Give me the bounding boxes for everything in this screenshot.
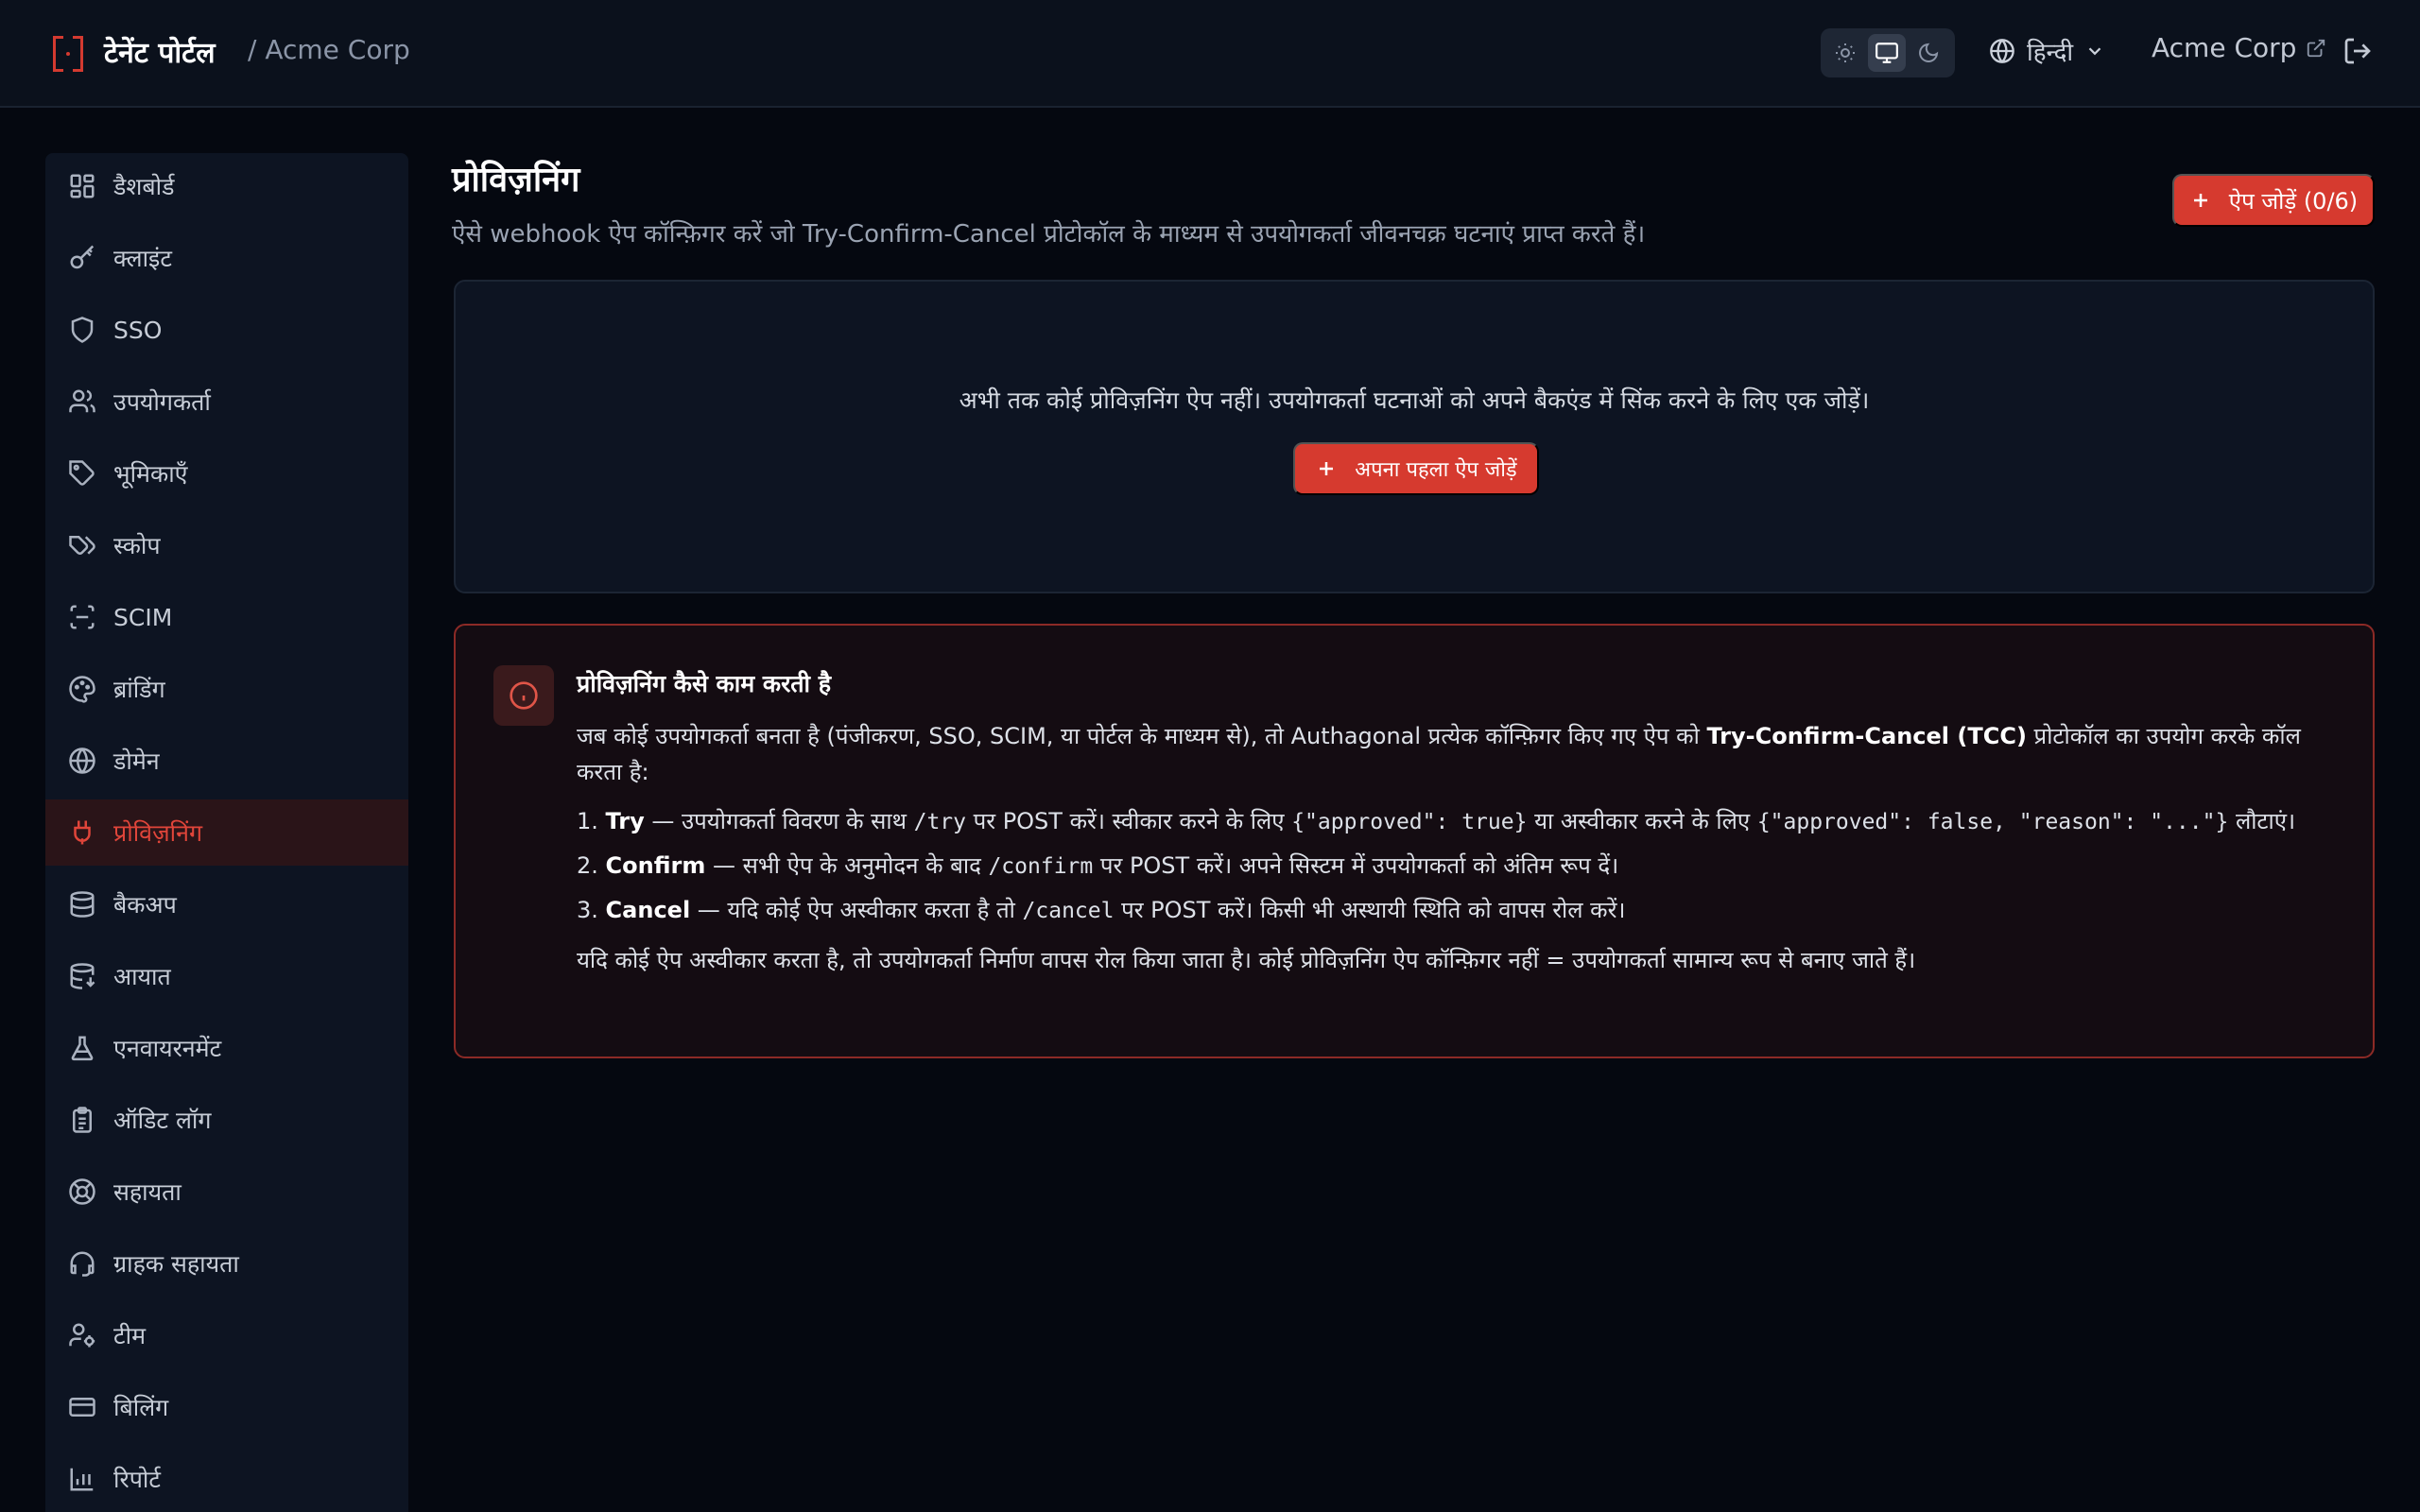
top-bar: टेनेंट पोर्टल / Acme Corp हिन्दी Acme Co… <box>0 0 2420 108</box>
sidebar-item-domains[interactable]: डोमेन <box>45 728 408 794</box>
lifebuoy-icon <box>69 1178 95 1205</box>
logout-button[interactable] <box>2342 36 2373 70</box>
sidebar-item-scim[interactable]: SCIM <box>45 584 408 650</box>
sidebar-item-label: रिपोर्ट <box>113 1466 161 1493</box>
page-description: ऐसे webhook ऐप कॉन्फ़िगर करें जो Try-Con… <box>452 220 1646 249</box>
sidebar-item-label: SSO <box>113 316 163 344</box>
plus-icon <box>2193 194 2207 207</box>
external-link-icon <box>2308 39 2325 57</box>
key-icon <box>70 245 95 269</box>
sidebar-item-users[interactable]: उपयोगकर्ता <box>45 369 408 435</box>
sidebar-item-sso[interactable]: SSO <box>45 297 408 363</box>
chevron-down-icon <box>2088 47 2101 56</box>
sidebar-item-environment[interactable]: एनवायरनमेंट <box>45 1015 408 1081</box>
plug-icon <box>74 820 91 845</box>
sidebar-item-label: बिलिंग <box>113 1394 169 1421</box>
sidebar-item-label: ग्राहक सहायता <box>113 1250 239 1278</box>
sidebar-item-label: ब्रांडिंग <box>113 676 165 703</box>
sidebar-item-scopes[interactable]: स्कोप <box>45 512 408 578</box>
sidebar-item-customer-support[interactable]: ग्राहक सहायता <box>45 1230 408 1297</box>
tags-icon <box>69 536 95 555</box>
info-footer: यदि कोई ऐप अस्वीकार करता है, तो उपयोगकर्… <box>577 947 1916 973</box>
tag-icon <box>69 460 95 486</box>
info-callout: प्रोविज़निंग कैसे काम करती है जब कोई उपय… <box>454 624 2375 1058</box>
sidebar-item-help[interactable]: सहायता <box>45 1159 408 1225</box>
sidebar-item-roles[interactable]: भूमिकाएँ <box>45 440 408 507</box>
palette-icon <box>69 676 95 703</box>
monitor-icon <box>1876 43 1898 63</box>
add-first-app-label: अपना पहला ऐप जोड़ें <box>1355 458 1517 482</box>
sidebar-item-team[interactable]: टीम <box>45 1302 408 1368</box>
add-app-button[interactable]: ऐप जोड़ें (0/6) <box>2172 174 2375 227</box>
sidebar-item-label: बैकअप <box>113 891 177 919</box>
globe-icon <box>1990 39 2014 63</box>
info-icon <box>510 681 538 710</box>
sidebar-item-label: ऑडिट लॉग <box>113 1107 212 1134</box>
plus-icon <box>1320 462 1334 475</box>
empty-state-text: अभी तक कोई प्रोविज़निंग ऐप नहीं। उपयोगकर… <box>959 387 1870 414</box>
page-title: प्रोविज़निंग <box>452 161 580 199</box>
info-intro: जब कोई उपयोगकर्ता बनता है (पंजीकरण, SSO,… <box>577 723 2301 785</box>
org-breadcrumb: / Acme Corp <box>248 34 410 65</box>
empty-state-card: अभी तक कोई प्रोविज़निंग ऐप नहीं। उपयोगकर… <box>454 280 2375 593</box>
database-import-icon <box>70 963 95 989</box>
info-step-cancel: 3. Cancel — यदि कोई ऐप अस्वीकार करता है … <box>577 897 1626 923</box>
dashboard-icon <box>70 174 95 198</box>
sidebar-item-label: प्रोविज़निंग <box>113 819 203 847</box>
dark-theme-button[interactable] <box>1910 34 1947 72</box>
credit-card-icon <box>69 1398 95 1417</box>
add-app-label: ऐप जोड़ें (0/6) <box>2228 187 2359 215</box>
sun-icon <box>1836 43 1855 62</box>
info-step-confirm: 2. Confirm — सभी ऐप के अनुमोदन के बाद /c… <box>577 852 1619 879</box>
database-icon <box>70 891 95 918</box>
moon-icon <box>1919 43 1939 62</box>
sidebar-item-audit-log[interactable]: ऑडिट लॉग <box>45 1087 408 1153</box>
org-link-label: Acme Corp <box>2152 32 2297 63</box>
info-body: जब कोई उपयोगकर्ता बनता है (पंजीकरण, SSO,… <box>577 718 2335 991</box>
sidebar-item-backup[interactable]: बैकअप <box>45 871 408 937</box>
system-theme-button[interactable] <box>1868 34 1906 72</box>
bar-chart-icon <box>70 1468 94 1491</box>
light-theme-button[interactable] <box>1826 34 1864 72</box>
sidebar-item-label: डैशबोर्ड <box>113 173 175 200</box>
sidebar-item-billing[interactable]: बिलिंग <box>45 1374 408 1440</box>
sidebar-item-clients[interactable]: क्लाइंट <box>45 225 408 291</box>
scan-icon <box>70 605 95 629</box>
users-icon <box>69 389 95 413</box>
sidebar-item-label: क्लाइंट <box>113 245 172 272</box>
globe-icon <box>69 747 95 774</box>
sidebar-item-label: आयात <box>113 963 171 990</box>
sidebar-item-label: उपयोगकर्ता <box>113 388 211 416</box>
sidebar-item-label: भूमिकाएँ <box>113 460 188 488</box>
sidebar-item-label: SCIM <box>113 603 173 631</box>
info-title: प्रोविज़निंग कैसे काम करती है <box>577 670 832 697</box>
theme-toggle <box>1821 28 1955 77</box>
sidebar-item-label: एनवायरनमेंट <box>113 1035 222 1062</box>
sidebar: डैशबोर्ड क्लाइंट SSO उपयोगकर्ता भूमिकाएँ… <box>45 153 408 1512</box>
org-external-link[interactable]: Acme Corp <box>2152 32 2326 63</box>
flask-icon <box>71 1036 94 1061</box>
add-first-app-button[interactable]: अपना पहला ऐप जोड़ें <box>1293 442 1539 495</box>
headset-icon <box>70 1251 95 1277</box>
sidebar-item-label: डोमेन <box>113 747 160 775</box>
language-label: हिन्दी <box>2027 39 2074 67</box>
sidebar-item-import[interactable]: आयात <box>45 943 408 1009</box>
sidebar-item-reports[interactable]: रिपोर्ट <box>45 1446 408 1512</box>
info-icon-badge <box>493 665 554 726</box>
user-cog-icon <box>69 1323 95 1348</box>
brand-logo-icon <box>53 36 83 72</box>
sidebar-item-provisioning[interactable]: प्रोविज़निंग <box>45 799 408 866</box>
info-step-try: 1. Try — उपयोगकर्ता विवरण के साथ /try पर… <box>577 808 2296 834</box>
language-selector[interactable]: हिन्दी <box>1989 34 2105 68</box>
logout-icon <box>2344 38 2371 64</box>
sidebar-item-label: स्कोप <box>113 532 161 559</box>
shield-icon <box>71 317 94 343</box>
sidebar-item-label: सहायता <box>113 1178 182 1206</box>
brand-title[interactable]: टेनेंट पोर्टल <box>104 32 216 71</box>
sidebar-item-label: टीम <box>113 1322 147 1349</box>
sidebar-item-dashboard[interactable]: डैशबोर्ड <box>45 153 408 219</box>
clipboard-icon <box>73 1107 92 1133</box>
sidebar-item-branding[interactable]: ब्रांडिंग <box>45 656 408 722</box>
